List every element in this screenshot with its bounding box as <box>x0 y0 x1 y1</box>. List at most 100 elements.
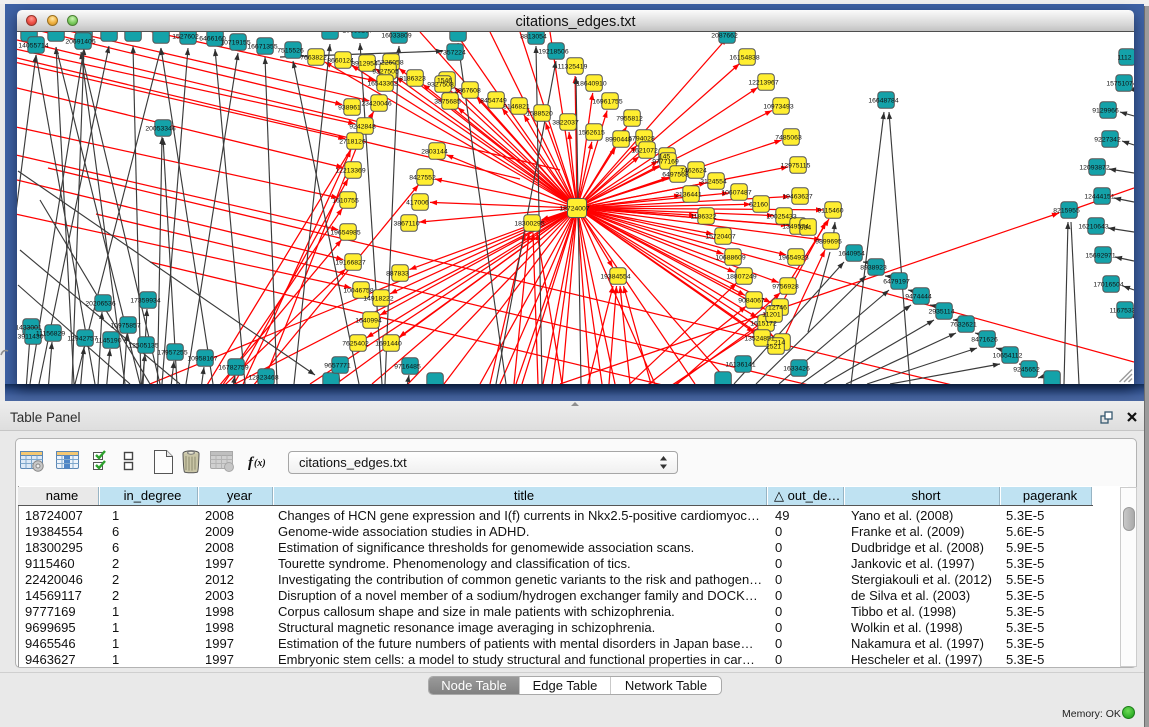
svg-text:2521: 2521 <box>766 344 781 351</box>
svg-text:12213967: 12213967 <box>748 80 778 87</box>
svg-text:10958167: 10958167 <box>187 356 217 363</box>
svg-text:17957255: 17957255 <box>157 350 187 357</box>
svg-text:9657771: 9657771 <box>324 363 351 370</box>
svg-text:15720407: 15720407 <box>705 234 735 241</box>
svg-text:10973493: 10973493 <box>763 104 793 111</box>
svg-text:12444151: 12444151 <box>1084 194 1114 201</box>
svg-text:1112: 1112 <box>1117 55 1131 62</box>
svg-text:10607487: 10607487 <box>721 190 751 197</box>
svg-text:1186322: 1186322 <box>691 214 717 221</box>
svg-text:12746: 12746 <box>768 305 787 312</box>
svg-text:1588520: 1588520 <box>526 111 553 118</box>
svg-text:8660124: 8660124 <box>327 58 354 65</box>
svg-text:16136141: 16136141 <box>725 362 755 369</box>
svg-text:9146821: 9146821 <box>503 104 530 111</box>
svg-text:20206536: 20206536 <box>85 301 115 308</box>
svg-text:2935114: 2935114 <box>929 309 955 316</box>
svg-text:7663822: 7663822 <box>300 55 327 62</box>
svg-text:8427552: 8427552 <box>409 175 436 182</box>
svg-text:7485063: 7485063 <box>775 135 802 142</box>
svg-text:3867110: 3867110 <box>394 221 420 228</box>
svg-text:9129966: 9129966 <box>1092 108 1119 115</box>
svg-text:10719155: 10719155 <box>220 40 250 47</box>
svg-text:10975857: 10975857 <box>110 323 140 330</box>
svg-text:8813054: 8813054 <box>520 34 547 41</box>
svg-text:7625402: 7625402 <box>342 341 369 348</box>
svg-text:2718126: 2718126 <box>339 139 366 146</box>
svg-text:15226058: 15226058 <box>373 60 403 67</box>
svg-text:9115460: 9115460 <box>818 208 844 215</box>
svg-text:3124554: 3124554 <box>700 179 727 186</box>
svg-text:887833: 887833 <box>386 271 409 278</box>
svg-text:18807249: 18807249 <box>726 274 756 281</box>
svg-text:1167533: 1167533 <box>1110 308 1134 315</box>
svg-text:14918222: 14918222 <box>363 296 393 303</box>
svg-text:8938923: 8938923 <box>860 265 887 272</box>
svg-text:19463627: 19463627 <box>782 194 812 201</box>
svg-text:(x): (x) <box>254 458 266 469</box>
svg-text:15751074: 15751074 <box>1106 81 1134 88</box>
svg-text:20053346: 20053346 <box>145 126 175 133</box>
svg-text:23420046: 23420046 <box>361 101 391 108</box>
svg-text:9716485: 9716485 <box>394 364 421 371</box>
svg-text:12213369: 12213369 <box>335 168 365 175</box>
svg-text:12975115: 12975115 <box>781 163 811 170</box>
svg-text:15692971: 15692971 <box>1085 253 1115 260</box>
svg-text:12505135: 12505135 <box>128 343 158 350</box>
svg-text:9227342: 9227342 <box>1094 137 1121 144</box>
svg-text:12093872: 12093872 <box>1079 165 1109 172</box>
svg-text:62160: 62160 <box>749 202 768 209</box>
svg-text:984: 984 <box>800 225 812 232</box>
svg-text:11201: 11201 <box>762 312 781 319</box>
svg-text:7955812: 7955812 <box>616 116 643 123</box>
svg-text:6794028: 6794028 <box>628 136 655 143</box>
svg-text:2867608: 2867608 <box>454 88 481 95</box>
svg-text:938961: 938961 <box>338 105 361 112</box>
svg-text:10654112: 10654112 <box>993 353 1023 360</box>
svg-text:9777169: 9777169 <box>652 159 679 166</box>
svg-text:11156829: 11156829 <box>36 331 65 338</box>
svg-text:1527602: 1527602 <box>172 34 199 41</box>
svg-text:17016504: 17016504 <box>1093 282 1123 289</box>
svg-text:2087662: 2087662 <box>711 33 738 40</box>
svg-text:1615172: 1615172 <box>750 321 777 328</box>
svg-text:3875685: 3875685 <box>434 99 461 106</box>
svg-text:13524851: 13524851 <box>744 336 774 343</box>
svg-text:16782759: 16782759 <box>218 365 248 372</box>
svg-text:19654923: 19654923 <box>778 255 808 262</box>
svg-text:7515526: 7515526 <box>277 48 304 55</box>
svg-text:16671355: 16671355 <box>247 44 277 51</box>
svg-text:2803144: 2803144 <box>421 149 448 156</box>
svg-text:8186323: 8186323 <box>399 76 426 83</box>
svg-text:1621072: 1621072 <box>631 148 658 155</box>
svg-text:16210643: 16210643 <box>1078 224 1108 231</box>
svg-text:16648784: 16648784 <box>868 98 898 105</box>
svg-text:16543362: 16543362 <box>367 81 397 88</box>
svg-text:10046758: 10046758 <box>343 288 373 295</box>
svg-text:19384554: 19384554 <box>600 274 630 281</box>
svg-text:16033809: 16033809 <box>381 33 411 40</box>
svg-text:9899695: 9899695 <box>815 239 842 246</box>
svg-text:9327508: 9327508 <box>427 82 454 89</box>
svg-text:1562615: 1562615 <box>578 130 605 137</box>
svg-text:9756928: 9756928 <box>772 284 799 291</box>
svg-text:19654985: 19654985 <box>330 230 360 237</box>
svg-text:1145190: 1145190 <box>96 338 122 345</box>
svg-text:20691406: 20691406 <box>65 39 95 46</box>
svg-text:2136441: 2136441 <box>675 192 702 199</box>
svg-text:1640954: 1640954 <box>838 251 865 258</box>
svg-text:11325419: 11325419 <box>558 64 588 71</box>
svg-text:7462624: 7462624 <box>680 168 707 175</box>
svg-text:16154838: 16154838 <box>729 55 759 62</box>
svg-text:18724007: 18724007 <box>559 206 589 213</box>
svg-text:7357224: 7357224 <box>439 50 466 57</box>
svg-text:6479197: 6479197 <box>883 279 910 286</box>
svg-text:10653267: 10653267 <box>342 32 372 35</box>
svg-text:1610755: 1610755 <box>332 198 359 205</box>
svg-text:9242848: 9242848 <box>349 124 376 131</box>
svg-text:10025433: 10025433 <box>766 214 796 221</box>
svg-text:1691440: 1691440 <box>375 341 402 348</box>
svg-text:1640994: 1640994 <box>355 318 382 325</box>
svg-text:9245652: 9245652 <box>1013 367 1040 374</box>
svg-text:9327505: 9327505 <box>372 69 399 76</box>
